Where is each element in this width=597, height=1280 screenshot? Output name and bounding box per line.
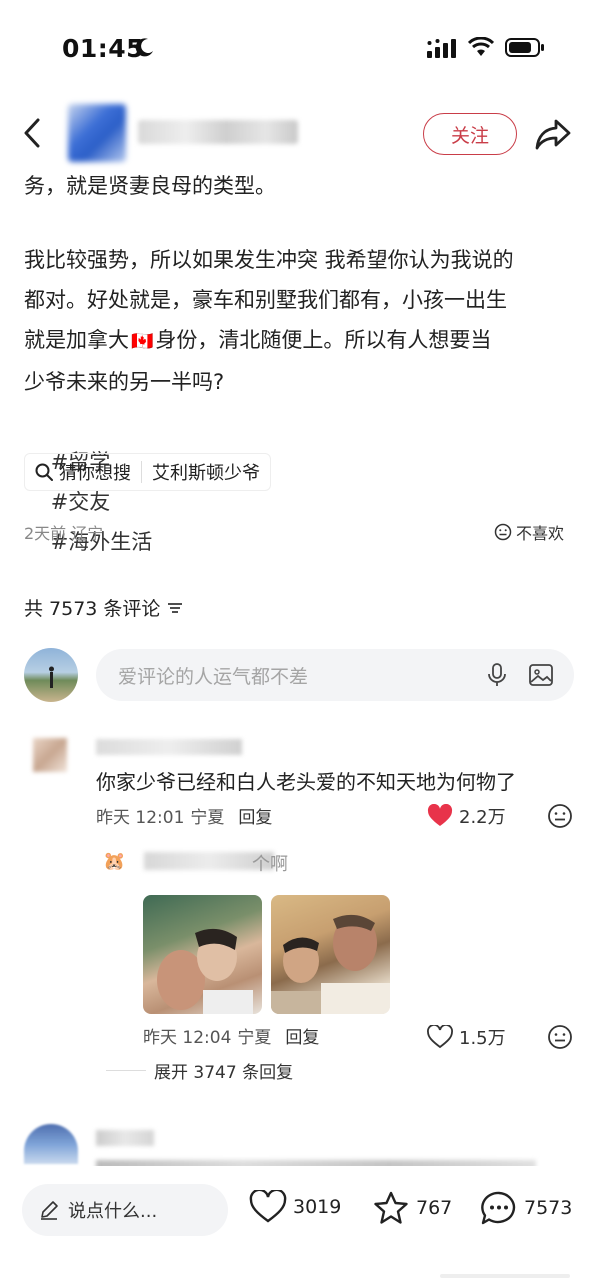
reply-time: 昨天 12:04 — [143, 1028, 232, 1048]
comment-location: 宁夏 — [190, 808, 225, 828]
pencil-icon — [41, 1201, 58, 1220]
commenter-name-blurred[interactable] — [96, 1130, 154, 1146]
dislike-button[interactable]: 不喜欢 — [494, 520, 564, 544]
reply-button[interactable]: 回复 — [285, 1023, 319, 1048]
reply-photo-2[interactable] — [271, 895, 390, 1014]
search-icon — [35, 463, 53, 481]
author-name-blurred[interactable] — [138, 120, 298, 144]
comment-input-placeholder: 爱评论的人运气都不差 — [118, 665, 309, 688]
post-header: 关注 — [0, 100, 597, 166]
post-text-line: 少爷未来的另一半吗? — [24, 370, 225, 394]
image-icon[interactable] — [528, 662, 554, 688]
author-avatar[interactable] — [68, 104, 126, 162]
follow-button[interactable]: 关注 — [423, 113, 517, 155]
post-text-line: 务，就是贤妻良母的类型。 — [24, 174, 276, 198]
photo-content — [157, 928, 253, 1014]
post-text-line: 都对。好处就是，豪车和别墅我们都有，小孩一出生 — [24, 288, 507, 312]
sort-icon[interactable] — [166, 600, 184, 616]
reply-button[interactable]: 回复 — [238, 803, 272, 828]
say-something-input[interactable]: 说点什么... — [22, 1184, 228, 1236]
guess-search-label[interactable]: 猜你想搜 — [25, 453, 141, 491]
share-icon[interactable] — [534, 117, 572, 151]
my-avatar[interactable] — [24, 648, 78, 702]
like-post-button[interactable]: 3019 — [249, 1190, 341, 1224]
search-suggestion[interactable]: 艾利斯顿少爷 — [142, 453, 270, 491]
home-indicator — [440, 1274, 570, 1278]
comment-like-button[interactable]: 2.2万 — [427, 803, 506, 829]
comment-meta: 昨天 12:01 宁夏 回复 — [96, 803, 272, 828]
divider — [106, 1070, 146, 1071]
favorite-post-button[interactable]: 767 — [372, 1190, 452, 1226]
comment-input[interactable]: 爱评论的人运气都不差 — [96, 649, 574, 701]
dislike-face-icon[interactable] — [547, 1024, 573, 1050]
bottom-action-bar: 说点什么... 3019 767 7573 — [0, 1166, 597, 1280]
microphone-icon[interactable] — [486, 662, 508, 688]
comment-bubble-icon — [481, 1191, 516, 1225]
commenter-avatar[interactable] — [24, 1124, 78, 1164]
hashtag-list: #留学 #交友 #海外生活 — [24, 402, 584, 602]
status-time: 01:45 — [62, 34, 145, 63]
heart-filled-icon — [427, 804, 453, 826]
comment-count-header[interactable]: 共 7573 条评论 — [24, 594, 184, 621]
comment-post-button[interactable]: 7573 — [480, 1190, 572, 1226]
reply-location: 宁夏 — [237, 1028, 272, 1048]
heart-outline-icon — [249, 1190, 287, 1223]
post-meta: 2天前 辽宁 不喜欢 — [24, 520, 564, 544]
commenter-avatar[interactable] — [33, 738, 67, 772]
photo-content — [271, 914, 390, 1014]
search-suggestion-chip[interactable]: 猜你想搜 艾利斯顿少爷 — [24, 453, 271, 491]
reply-like-button[interactable]: 1.5万 — [427, 1024, 506, 1050]
hashtag-link[interactable]: #交友 — [51, 490, 111, 514]
post-text-line: 就是加拿大 🇨🇦身份，清北随便上。所以有人想要当 — [24, 328, 492, 352]
post-time-location: 2天前 辽宁 — [24, 524, 104, 543]
cellular-signal-icon — [427, 39, 456, 58]
wifi-icon — [468, 37, 494, 56]
canada-flag-emoji: 🇨🇦 — [131, 331, 154, 352]
comment-time: 昨天 12:01 — [96, 808, 185, 828]
back-arrow-icon[interactable] — [20, 116, 46, 150]
post-text-line: 我比较强势，所以如果发生冲突 我希望你认为我说的 — [24, 248, 514, 272]
expand-replies-button[interactable]: 展开 3747 条回复 — [106, 1058, 293, 1083]
reply-photo-1[interactable] — [143, 895, 262, 1014]
battery-icon — [505, 38, 544, 57]
reply-meta: 昨天 12:04 宁夏 回复 — [143, 1023, 319, 1048]
commenter-name-blurred[interactable] — [96, 739, 242, 755]
star-outline-icon — [374, 1191, 408, 1224]
reply-text[interactable]: 个啊 — [252, 850, 288, 876]
status-bar: 01:45 — [0, 0, 597, 96]
moon-icon — [135, 38, 153, 57]
neutral-face-icon — [494, 523, 512, 541]
comment-text[interactable]: 你家少爷已经和白人老头爱的不知天地为何物了 — [96, 766, 516, 795]
dislike-face-icon[interactable] — [547, 803, 573, 829]
heart-outline-icon — [427, 1025, 453, 1049]
reply-avatar[interactable]: 🐹 — [103, 851, 125, 873]
person-silhouette — [49, 666, 54, 688]
